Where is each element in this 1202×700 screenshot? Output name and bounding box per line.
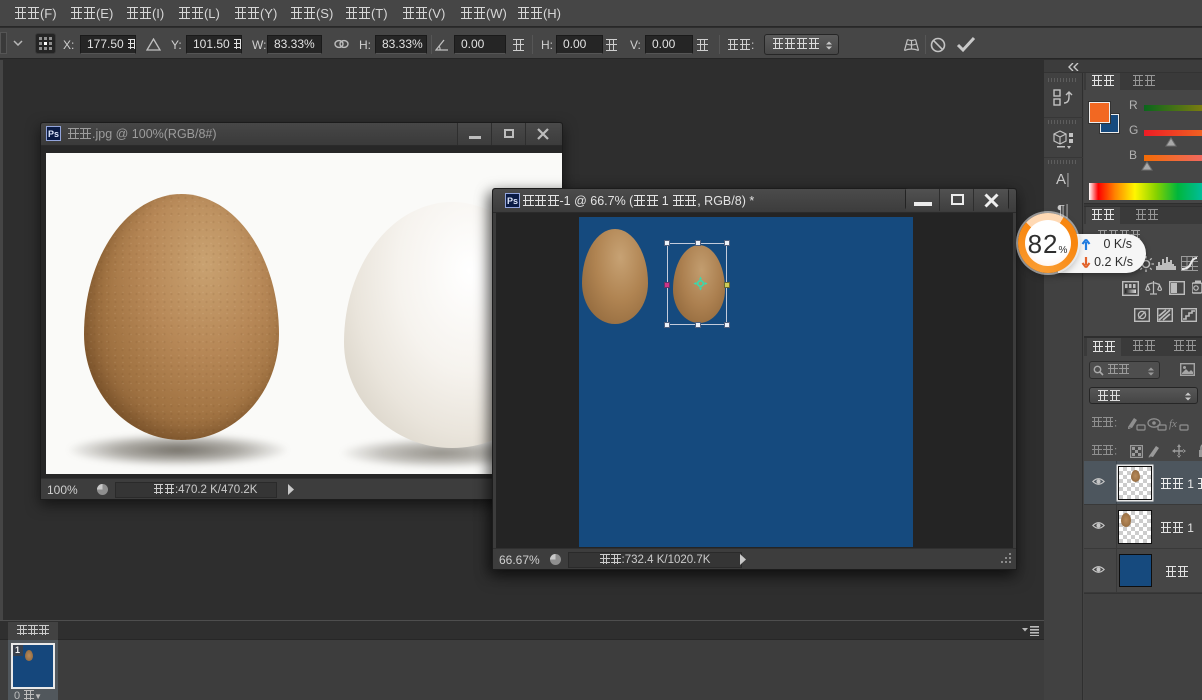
svg-text:fx: fx <box>1169 418 1177 430</box>
